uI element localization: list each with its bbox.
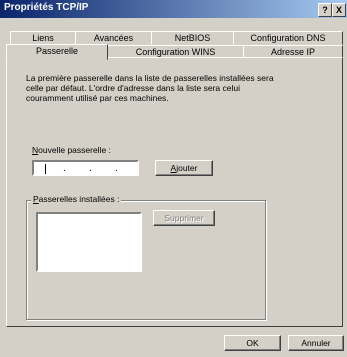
window-title: Propriétés TCP/IP (4, 2, 89, 13)
remove-button: Supprimer (153, 210, 215, 226)
cancel-button[interactable]: Annuler (288, 335, 344, 351)
ok-button[interactable]: OK (224, 335, 281, 351)
ip-dot-separator: . (63, 163, 66, 174)
installed-gateways-list[interactable] (36, 212, 142, 272)
help-button[interactable]: ? (318, 3, 332, 17)
tab-avancees[interactable]: Avancées (75, 31, 152, 45)
ip-dot-separator: . (89, 163, 92, 174)
tab-configuration-dns[interactable]: Configuration DNS (233, 31, 343, 45)
close-button[interactable]: X (332, 3, 346, 17)
description-text: La première passerelle dans la liste de … (26, 73, 274, 103)
add-button[interactable]: Ajouter (155, 160, 213, 176)
tab-liens[interactable]: Liens (10, 31, 76, 45)
tab-passerelle[interactable]: Passerelle (6, 44, 108, 60)
text-caret (45, 164, 46, 174)
tcpip-properties-window: Propriétés TCP/IP ? X Liens Avancées Net… (0, 0, 347, 357)
new-gateway-label: Nouvelle passerelle : (32, 145, 111, 155)
tab-netbios[interactable]: NetBIOS (151, 31, 234, 45)
installed-gateways-label: Passerelles installées : (31, 194, 122, 204)
new-gateway-ip-field[interactable]: . . . (32, 160, 139, 176)
ip-dot-separator: . (115, 163, 118, 174)
title-bar[interactable]: Propriétés TCP/IP ? X (0, 0, 347, 18)
